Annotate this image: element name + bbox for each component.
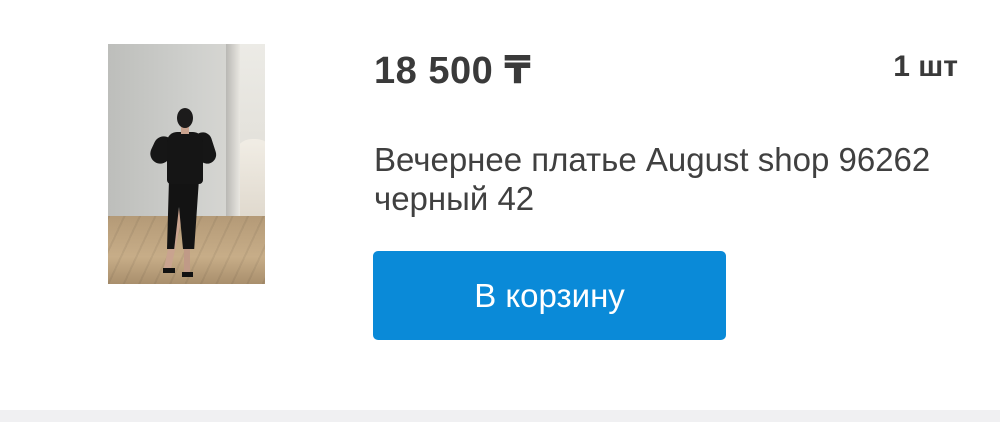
image-shoe xyxy=(163,268,175,273)
image-dress-bodice xyxy=(167,132,203,184)
product-title[interactable]: Вечернее платье August shop 96262 черный… xyxy=(374,140,934,218)
section-divider xyxy=(0,410,1000,422)
product-card: 18 500 ₸ 1 шт Вечернее платье August sho… xyxy=(0,0,1000,410)
image-shoe xyxy=(182,272,193,277)
product-quantity: 1 шт xyxy=(893,50,958,83)
product-price: 18 500 ₸ xyxy=(374,50,532,92)
add-to-cart-button[interactable]: В корзину xyxy=(373,251,726,340)
product-image[interactable] xyxy=(108,44,265,284)
image-head xyxy=(177,108,193,128)
